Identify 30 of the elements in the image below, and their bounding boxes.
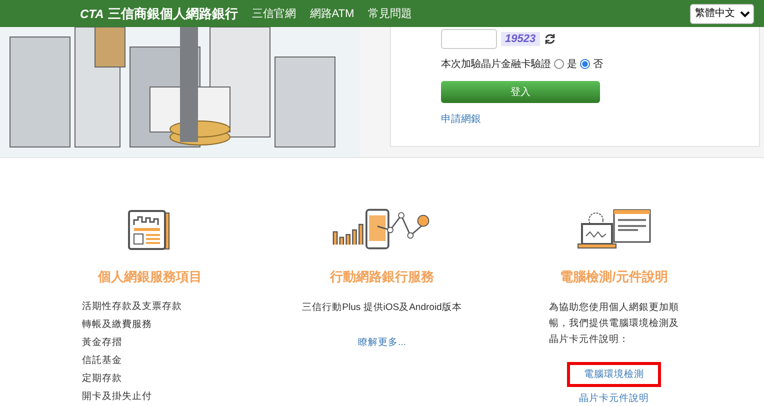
apply-link[interactable]: 申請網銀 bbox=[441, 112, 481, 126]
captcha-input[interactable] bbox=[441, 29, 497, 49]
section-title: 個人網銀服務項目 bbox=[98, 268, 202, 286]
captcha-image: 19523 bbox=[501, 32, 540, 46]
radio-label: 否 bbox=[593, 58, 603, 71]
info-link[interactable]: 晶片卡元件說明 bbox=[562, 387, 666, 406]
radio-button[interactable] bbox=[554, 59, 564, 69]
refresh-icon[interactable] bbox=[544, 33, 556, 45]
site-title: 三信商銀個人網路銀行 bbox=[108, 4, 238, 22]
nav-link[interactable]: 網路ATM bbox=[310, 6, 354, 21]
service-link[interactable]: 活期性存款及支票存款 bbox=[82, 300, 182, 313]
radio-button[interactable] bbox=[580, 59, 590, 69]
radio-label: 是 bbox=[567, 58, 577, 71]
section-title: 電腦檢測/元件說明 bbox=[560, 268, 668, 286]
section-description: 為協助您使用個人網銀更加順暢，我們提供電腦環境檢測及晶片卡元件說明： bbox=[549, 301, 679, 347]
service-link[interactable]: 黃金存摺 bbox=[82, 336, 182, 349]
nav-link[interactable]: 常見問題 bbox=[368, 6, 412, 21]
info-link[interactable]: 電腦環境檢測 bbox=[567, 362, 661, 387]
language-select[interactable]: 繁體中文 bbox=[690, 4, 754, 24]
info-link[interactable]: 瞭解更多... bbox=[341, 330, 423, 355]
service-link[interactable]: 開卡及掛失止付 bbox=[82, 390, 182, 403]
service-link[interactable]: 信託基金 bbox=[82, 354, 182, 367]
section-description: 三信行動Plus 提供iOS及Android版本 bbox=[302, 301, 462, 315]
bank-logo[interactable]: CTA bbox=[80, 6, 104, 20]
service-link[interactable]: 轉帳及繳費服務 bbox=[82, 318, 182, 331]
section-title: 行動網路銀行服務 bbox=[330, 268, 434, 286]
chip-card-label: 本次加驗晶片金融卡驗證 bbox=[441, 58, 551, 71]
nav-link[interactable]: 三信官網 bbox=[252, 6, 296, 21]
service-link[interactable]: 定期存款 bbox=[82, 372, 182, 385]
login-button[interactable]: 登入 bbox=[441, 81, 600, 103]
